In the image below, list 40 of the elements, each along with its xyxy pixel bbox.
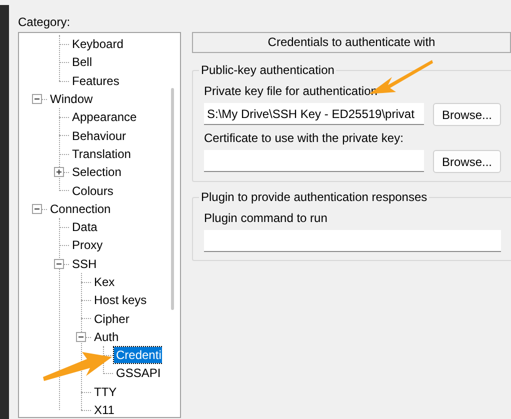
text-field[interactable] [204,150,424,172]
tree-item[interactable]: X11 [92,402,116,417]
field-label: Plugin command to run [204,210,328,227]
tree-item[interactable]: Data [70,219,100,236]
tree-item[interactable]: Keyboard [70,36,126,52]
tree-item[interactable]: Translation [70,146,133,162]
tree-item[interactable]: TTY [92,384,119,400]
collapse-icon[interactable] [76,332,86,342]
tree-item[interactable]: Behaviour [70,128,128,144]
collapse-icon[interactable] [32,94,42,104]
group-title: Plugin to provide authentication responses [200,189,428,206]
tree-item[interactable]: Credenti [114,347,162,364]
text-field[interactable] [204,230,501,252]
tree-item[interactable]: Colours [70,182,116,199]
browse-button[interactable]: Browse... [433,103,501,126]
tree-item[interactable]: Auth [92,328,121,345]
browse-button[interactable]: Browse... [433,150,501,173]
collapse-icon[interactable] [32,204,42,214]
tree-item[interactable]: GSSAPI [114,365,162,382]
tree-item[interactable]: Kex [92,274,117,290]
tree-item[interactable]: Proxy [70,237,105,254]
tree-item[interactable]: Selection [70,164,124,180]
category-label: Category: [18,14,72,31]
expand-icon[interactable] [54,167,64,178]
panel-title: Credentials to authenticate with [192,32,511,53]
collapse-icon[interactable] [54,258,64,269]
tree-item[interactable]: Window [48,91,95,108]
annotation-arrow [42,350,114,384]
tree-item[interactable]: Connection [48,200,113,217]
tree-item[interactable]: SSH [70,256,99,272]
text-field[interactable]: S:\My Drive\SSH Key - ED25519\privat [204,103,424,125]
group-title: Public-key authentication [200,62,336,79]
tree-item[interactable]: Appearance [70,109,139,126]
tree-item[interactable]: Host keys [92,292,149,308]
tree-item[interactable]: Bell [70,54,94,70]
field-label: Certificate to use with the private key: [204,130,404,147]
category-tree[interactable]: Keyboard Bell Features Window Appearance Behaviour Translation Selection Colours Connection Data Proxy SSH Kex Host keys Cipher Auth Credenti GSSAPI TTY X11 [18,32,181,418]
tree-item[interactable]: Features [70,72,122,89]
scrollbar-thumb[interactable] [171,88,174,310]
tree-item[interactable]: Cipher [92,310,132,327]
